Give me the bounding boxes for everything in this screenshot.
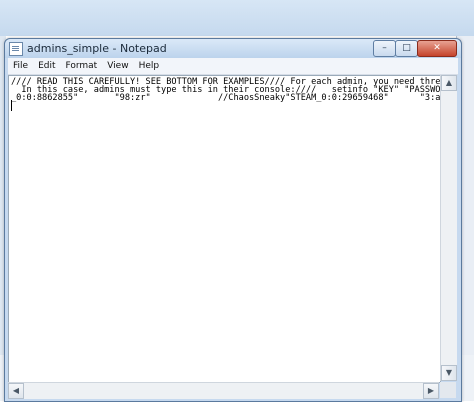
resize-grip[interactable] — [440, 382, 456, 398]
window-controls: – □ ✕ — [373, 40, 457, 57]
scroll-down-button[interactable]: ▼ — [441, 365, 457, 381]
menu-help[interactable]: Help — [134, 58, 165, 74]
maximize-button[interactable]: □ — [395, 40, 418, 57]
minimize-button[interactable]: – — [373, 40, 396, 57]
menu-format[interactable]: Format — [61, 58, 103, 74]
text-editor[interactable]: //// READ THIS CAREFULLY! SEE BOTTOM FOR… — [8, 75, 441, 383]
vertical-scrollbar[interactable]: ▲ ▼ — [440, 75, 457, 381]
menu-edit[interactable]: Edit — [33, 58, 60, 74]
background-window-top — [0, 0, 474, 36]
menu-view[interactable]: View — [102, 58, 133, 74]
text-caret — [11, 100, 12, 111]
window-title: admins_simple - Notepad — [27, 42, 167, 55]
scroll-right-button[interactable]: ▶ — [423, 383, 439, 399]
notepad-window: admins_simple - Notepad – □ ✕ File Edit … — [4, 38, 462, 402]
horizontal-scrollbar[interactable]: ◀ ▶ — [8, 382, 439, 399]
menu-bar: File Edit Format View Help — [8, 58, 458, 75]
title-bar[interactable]: admins_simple - Notepad – □ ✕ — [5, 39, 461, 58]
scroll-left-button[interactable]: ◀ — [8, 383, 24, 399]
text-line: _0:0:8862855" "98:zr" //ChaosSneaky"STEA… — [11, 93, 441, 103]
scroll-up-button[interactable]: ▲ — [441, 75, 457, 91]
notepad-icon — [9, 42, 23, 56]
close-button[interactable]: ✕ — [417, 40, 457, 57]
menu-file[interactable]: File — [8, 58, 33, 74]
